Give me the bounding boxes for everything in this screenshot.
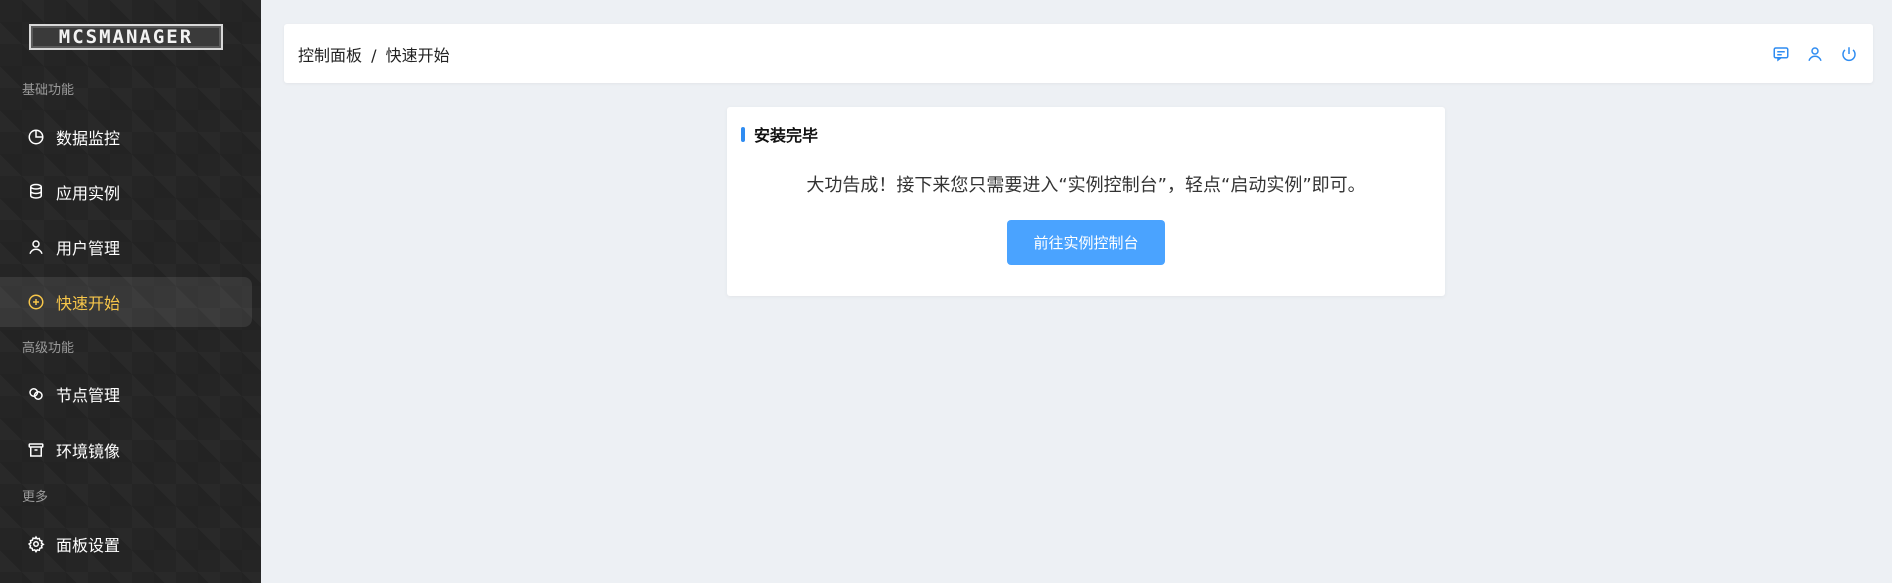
user-icon[interactable] bbox=[1805, 44, 1825, 64]
sidebar-item-environment-image[interactable]: 环境镜像 bbox=[0, 425, 252, 475]
sidebar-item-panel-settings[interactable]: 面板设置 bbox=[0, 519, 252, 569]
sidebar-item-label: 环境镜像 bbox=[56, 442, 121, 461]
go-to-instance-console-button[interactable]: 前往实例控制台 bbox=[1007, 220, 1165, 265]
sidebar-item-label: 快速开始 bbox=[56, 294, 121, 313]
database-icon bbox=[26, 182, 46, 202]
card-title: 安装完毕 bbox=[741, 123, 818, 145]
breadcrumb-current: 快速开始 bbox=[385, 45, 450, 65]
top-header: 控制面板 / 快速开始 bbox=[284, 24, 1873, 83]
section-label-more: 更多 bbox=[22, 490, 49, 505]
user-icon bbox=[26, 237, 46, 257]
sidebar-item-node-management[interactable]: 节点管理 bbox=[0, 369, 252, 419]
sidebar-item-label: 面板设置 bbox=[56, 536, 121, 555]
sidebar: MCSMANAGER 基础功能 数据监控 应用实例 用户管理 快速开始 高级功能… bbox=[0, 0, 261, 583]
sidebar-item-app-instance[interactable]: 应用实例 bbox=[0, 167, 252, 217]
app-logo: MCSMANAGER bbox=[29, 24, 223, 50]
card-title-text: 安装完毕 bbox=[754, 126, 819, 145]
sidebar-item-label: 节点管理 bbox=[56, 386, 121, 405]
breadcrumb-parent[interactable]: 控制面板 bbox=[298, 46, 362, 65]
card-message: 大功告成！接下来您只需要进入“实例控制台”，轻点“启动实例”即可。 bbox=[806, 175, 1366, 196]
sidebar-item-data-monitor[interactable]: 数据监控 bbox=[0, 112, 252, 162]
sidebar-item-label: 数据监控 bbox=[56, 129, 121, 148]
gear-icon bbox=[26, 534, 46, 554]
title-accent-bar bbox=[741, 126, 745, 142]
archive-icon bbox=[26, 440, 46, 460]
message-icon[interactable] bbox=[1771, 44, 1791, 64]
sidebar-item-user-management[interactable]: 用户管理 bbox=[0, 222, 252, 272]
breadcrumb: 控制面板 / 快速开始 bbox=[298, 42, 450, 66]
power-icon[interactable] bbox=[1839, 44, 1859, 64]
sidebar-item-label: 用户管理 bbox=[56, 239, 121, 258]
cluster-icon bbox=[26, 384, 46, 404]
sidebar-item-quick-start[interactable]: 快速开始 bbox=[0, 277, 252, 327]
breadcrumb-separator: / bbox=[371, 45, 377, 65]
sidebar-item-label: 应用实例 bbox=[56, 184, 121, 203]
install-complete-card: 安装完毕 大功告成！接下来您只需要进入“实例控制台”，轻点“启动实例”即可。 前… bbox=[727, 107, 1445, 296]
chart-pie-icon bbox=[26, 127, 46, 147]
plus-circle-icon bbox=[26, 292, 46, 312]
section-label-basic: 基础功能 bbox=[22, 83, 75, 98]
header-actions bbox=[1771, 44, 1859, 64]
section-label-advanced: 高级功能 bbox=[22, 341, 75, 356]
app-root: MCSMANAGER 基础功能 数据监控 应用实例 用户管理 快速开始 高级功能… bbox=[0, 0, 1892, 583]
